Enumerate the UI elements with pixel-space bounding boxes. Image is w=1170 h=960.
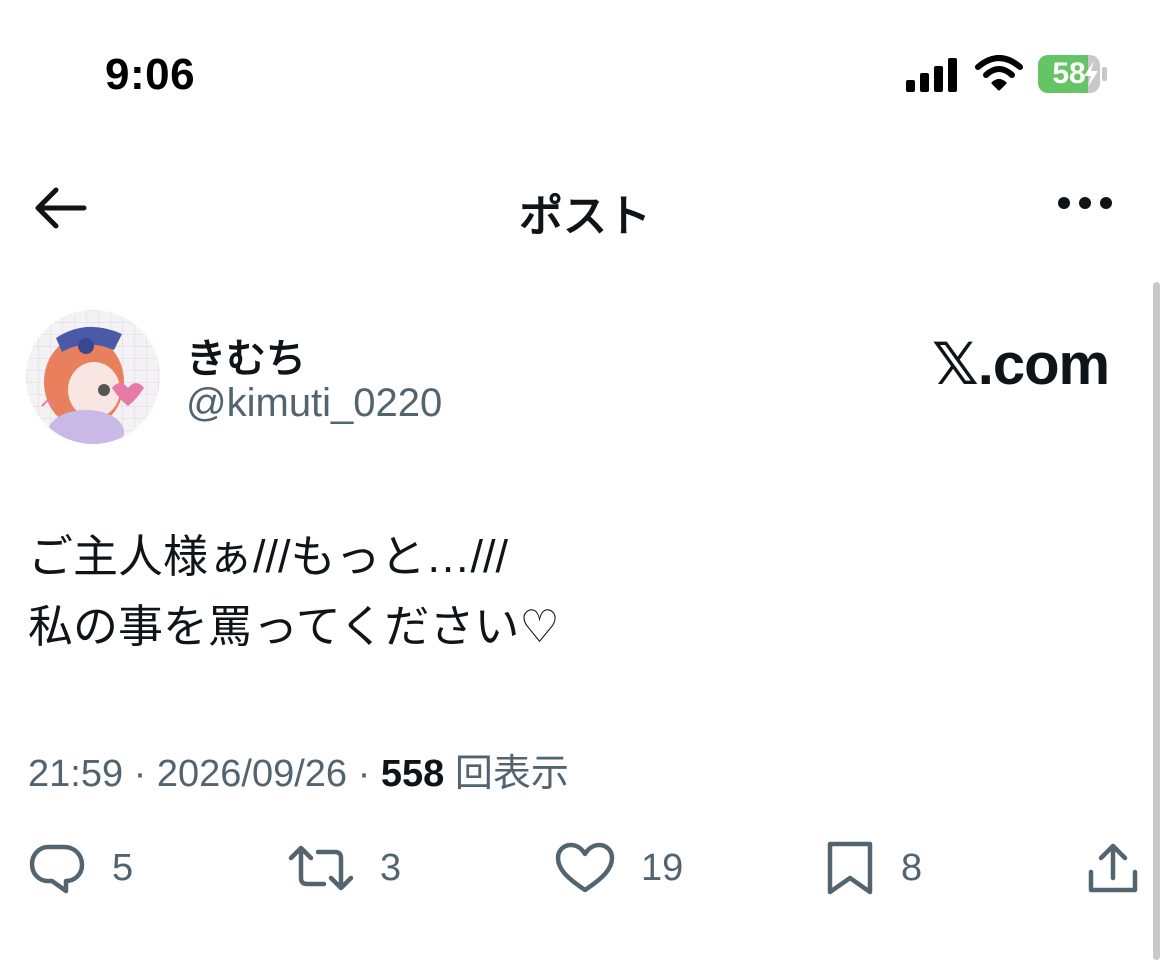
- retweet-count: 3: [380, 846, 402, 889]
- separator: ·: [347, 753, 381, 795]
- avatar[interactable]: [26, 310, 160, 444]
- retweet-button[interactable]: 3: [288, 838, 401, 898]
- heart-icon: [555, 842, 615, 893]
- tweet-time[interactable]: 21:59: [28, 753, 123, 795]
- author-handle[interactable]: @kimuti_0220: [186, 381, 442, 426]
- battery-percentage: 58: [1052, 57, 1086, 90]
- bookmark-icon: [827, 841, 873, 895]
- retweet-icon: [288, 845, 354, 891]
- cellular-signal-icon: [906, 58, 957, 92]
- more-options-icon[interactable]: [1056, 195, 1114, 211]
- bookmark-button[interactable]: 8: [825, 838, 922, 898]
- share-button[interactable]: [1085, 838, 1141, 898]
- tweet-text-line: 私の事を罵ってください♡: [28, 601, 560, 652]
- battery-indicator: 58: [1038, 55, 1118, 98]
- tweet-text-line: ご主人様ぁ///もっと…///: [28, 531, 509, 582]
- view-count: 558: [380, 753, 445, 795]
- tweet-meta: 21:59 · 2026/09/26 · 558 回表示: [28, 742, 569, 797]
- reply-count: 5: [112, 846, 134, 889]
- bookmark-count: 8: [901, 846, 923, 889]
- view-count-label: 回表示: [454, 753, 569, 795]
- status-time: 9:06: [105, 50, 196, 99]
- author-display-name[interactable]: きむち: [186, 326, 306, 384]
- reply-icon: [29, 844, 85, 894]
- share-icon: [1088, 843, 1138, 893]
- scrollbar[interactable]: [1153, 282, 1160, 960]
- separator: ·: [123, 753, 157, 795]
- reply-button[interactable]: 5: [28, 838, 133, 898]
- x-com-watermark: 𝕏.com: [932, 332, 1110, 397]
- tweet-date[interactable]: 2026/09/26: [157, 753, 347, 795]
- wifi-icon: [975, 55, 1023, 91]
- like-button[interactable]: 19: [555, 838, 683, 898]
- tweet-text: ご主人様ぁ///もっと…/// 私の事を罵ってください♡: [28, 522, 560, 662]
- like-count: 19: [641, 846, 684, 889]
- page-title: ポスト: [519, 192, 651, 241]
